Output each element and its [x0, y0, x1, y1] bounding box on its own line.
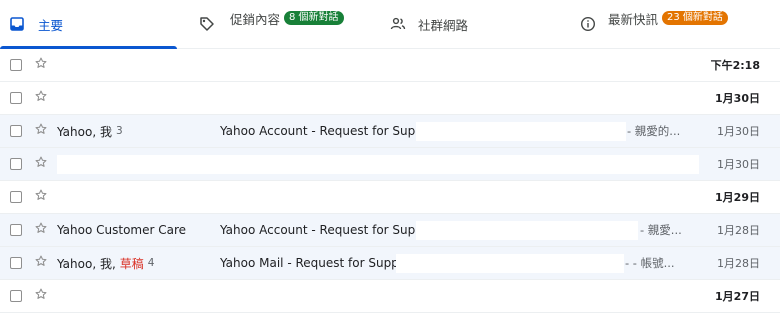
message-row[interactable]: Yahoo, 我 3 Yahoo Account - Request for S…: [0, 115, 780, 148]
thread-count: 4: [147, 257, 155, 269]
select-checkbox[interactable]: [10, 59, 22, 71]
tab-updates[interactable]: 最新快訊 23 個新對話: [570, 0, 780, 48]
star-icon[interactable]: [34, 188, 48, 202]
star-icon[interactable]: [34, 287, 48, 301]
category-tabs: 主要 促銷內容 8 個新對話 社群網路 最新快訊 23 個新對話: [0, 0, 780, 49]
message-subject: Yahoo Account - Request for Support: [220, 124, 440, 138]
tag-icon: [197, 14, 217, 34]
select-checkbox[interactable]: [10, 224, 22, 236]
inbox-icon: [7, 14, 27, 34]
tab-social[interactable]: 社群網路: [380, 0, 560, 48]
message-date: 1月28日: [717, 224, 760, 237]
message-row[interactable]: 1月29日: [0, 181, 780, 214]
redacted-block: [416, 122, 626, 141]
select-checkbox[interactable]: [10, 257, 22, 269]
message-snippet: - 親愛的...: [627, 124, 681, 138]
star-icon[interactable]: [34, 221, 48, 235]
promotions-new-badge: 8 個新對話: [284, 11, 344, 25]
redacted-block: [57, 155, 699, 174]
message-sender: Yahoo, 我 3: [57, 115, 123, 147]
message-date: 1月30日: [717, 158, 760, 171]
message-row[interactable]: 1月30日: [0, 82, 780, 115]
people-icon: [388, 14, 408, 34]
star-icon[interactable]: [34, 56, 48, 70]
sender-names: Yahoo, 我: [57, 124, 112, 139]
thread-count: 3: [115, 125, 123, 137]
message-snippet: - 親愛...: [640, 223, 682, 237]
select-checkbox[interactable]: [10, 290, 22, 302]
star-icon[interactable]: [34, 122, 48, 136]
select-checkbox[interactable]: [10, 158, 22, 170]
star-icon[interactable]: [34, 89, 48, 103]
message-date: 1月30日: [717, 125, 760, 138]
tab-updates-label: 最新快訊: [608, 11, 659, 27]
message-subject: Yahoo Mail - Request for Support: [220, 256, 416, 270]
sender-names: Yahoo, 我,: [57, 256, 116, 271]
message-row[interactable]: 1月27日: [0, 280, 780, 313]
message-sender: Yahoo Customer Care: [57, 214, 186, 246]
draft-label: 草稿: [119, 256, 144, 271]
star-icon[interactable]: [34, 155, 48, 169]
tab-social-label: 社群網路: [418, 17, 469, 33]
updates-new-badge: 23 個新對話: [662, 11, 728, 25]
message-date: 1月29日: [715, 191, 760, 204]
info-icon: [578, 14, 598, 34]
message-date: 1月30日: [715, 92, 760, 105]
message-row[interactable]: Yahoo Customer Care Yahoo Account - Requ…: [0, 214, 780, 247]
redacted-block: [416, 221, 638, 240]
tab-primary[interactable]: 主要: [0, 0, 177, 49]
message-subject: Yahoo Account - Request for Support: [220, 223, 440, 237]
message-date: 下午2:18: [710, 59, 760, 72]
message-date: 1月28日: [717, 257, 760, 270]
tab-promotions[interactable]: 促銷內容 8 個新對話: [186, 0, 376, 48]
message-date: 1月27日: [715, 290, 760, 303]
message-row[interactable]: Yahoo, 我, 草稿 4 Yahoo Mail - Request for …: [0, 247, 780, 280]
tab-promotions-label: 促銷內容: [230, 11, 281, 27]
message-row[interactable]: 下午2:18: [0, 49, 780, 82]
inbox-view: 主要 促銷內容 8 個新對話 社群網路 最新快訊 23 個新對話 下午2:18 …: [0, 0, 780, 314]
star-icon[interactable]: [34, 254, 48, 268]
message-snippet: - - 帳號...: [625, 256, 675, 270]
redacted-block: [396, 254, 624, 273]
select-checkbox[interactable]: [10, 92, 22, 104]
tab-primary-label: 主要: [38, 17, 64, 33]
select-checkbox[interactable]: [10, 191, 22, 203]
message-row[interactable]: 1月30日: [0, 148, 780, 181]
message-sender: Yahoo, 我, 草稿 4: [57, 247, 154, 279]
select-checkbox[interactable]: [10, 125, 22, 137]
sender-names: Yahoo Customer Care: [57, 223, 187, 237]
